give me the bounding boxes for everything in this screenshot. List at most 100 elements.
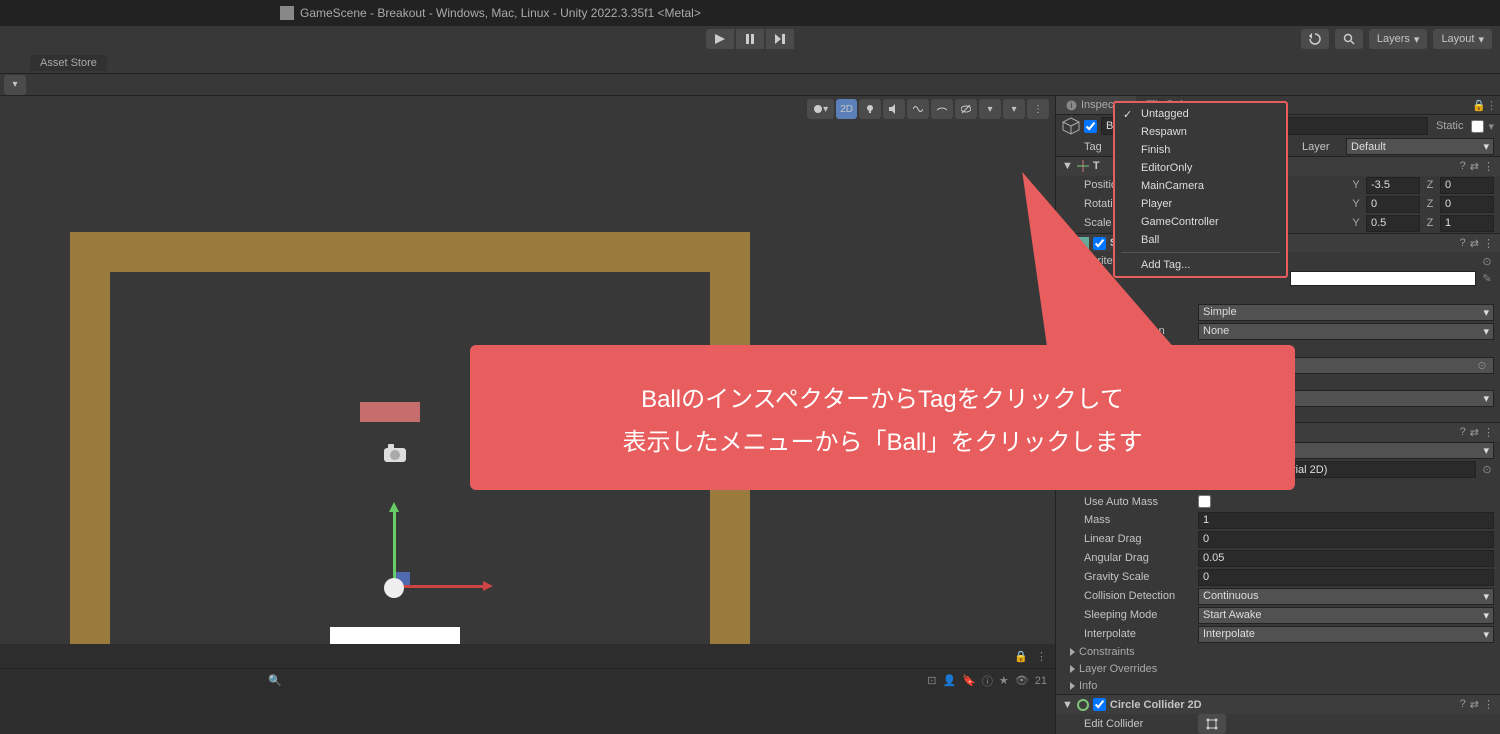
static-dropdown-icon[interactable]: ▾ [1488, 120, 1494, 133]
layer-overrides-foldout[interactable]: Layer Overrides [1056, 661, 1500, 678]
more-icon[interactable]: ⋮ [1483, 426, 1494, 439]
circle-collider-header[interactable]: ▼ Circle Collider 2D ?⇄⋮ [1056, 694, 1500, 714]
draw-mode-dropdown[interactable]: Simple▾ [1198, 304, 1494, 321]
info-icon[interactable]: ⓘ [982, 673, 993, 689]
more-icon[interactable]: ⋮ [1486, 99, 1500, 112]
object-active-checkbox[interactable] [1084, 120, 1097, 133]
audio-toggle[interactable] [883, 99, 905, 119]
eyedropper-icon[interactable]: ✎ [1480, 272, 1494, 285]
more-icon[interactable]: ⋮ [1036, 650, 1047, 663]
static-checkbox[interactable] [1471, 120, 1484, 133]
sleeping-mode-dropdown[interactable]: Start Awake▾ [1198, 607, 1494, 624]
2d-toggle[interactable]: 2D [836, 99, 857, 119]
lock-icon[interactable]: 🔒 [1014, 650, 1028, 663]
position-y-field[interactable] [1366, 177, 1420, 194]
tag-option-finish[interactable]: Finish [1115, 141, 1286, 159]
layers-dropdown[interactable]: Layers ▾ [1369, 29, 1428, 49]
gizmos-dropdown[interactable]: ▾ [1003, 99, 1025, 119]
rotation-z-field[interactable] [1440, 196, 1494, 213]
draw-mode-dropdown[interactable]: ▾ [807, 99, 834, 119]
use-auto-mass-label: Use Auto Mass [1084, 496, 1194, 508]
layer-label: Layer [1302, 141, 1342, 153]
preset-icon[interactable]: ⇄ [1470, 237, 1479, 250]
circle-collider-icon [1077, 699, 1089, 711]
ball-object[interactable] [384, 578, 404, 598]
info-icon: i [1066, 100, 1077, 111]
use-auto-mass-checkbox[interactable] [1198, 495, 1211, 508]
help-icon[interactable]: ? [1460, 698, 1466, 711]
tag-option-editoronly[interactable]: EditorOnly [1115, 159, 1286, 177]
gravity-scale-label: Gravity Scale [1084, 571, 1194, 583]
camera-dropdown[interactable]: ▾ [979, 99, 1001, 119]
tag-option-ball[interactable]: Ball [1115, 231, 1286, 249]
tag-option-respawn[interactable]: Respawn [1115, 123, 1286, 141]
scale-z-field[interactable] [1440, 215, 1494, 232]
collision-detection-dropdown[interactable]: Continuous▾ [1198, 588, 1494, 605]
fx-toggle[interactable] [907, 99, 929, 119]
more-icon[interactable]: ⋮ [1483, 237, 1494, 250]
preset-icon[interactable]: ⇄ [1470, 426, 1479, 439]
lighting-toggle[interactable] [859, 99, 881, 119]
tab-asset-store[interactable]: Asset Store [30, 55, 107, 71]
gizmo-x-axis[interactable] [393, 585, 483, 588]
info-foldout[interactable]: Info [1056, 677, 1500, 694]
picker-icon[interactable]: ⊡ [927, 674, 936, 687]
visibility-toggle[interactable] [955, 99, 977, 119]
preset-icon[interactable]: ⇄ [1470, 160, 1479, 173]
static-label: Static [1436, 120, 1464, 132]
layer-dropdown[interactable]: Default▾ [1346, 138, 1494, 155]
angular-drag-field[interactable] [1198, 550, 1494, 567]
position-z-field[interactable] [1440, 177, 1494, 194]
layout-dropdown[interactable]: Layout ▾ [1433, 29, 1492, 49]
panel-tabs: Asset Store [0, 52, 1500, 74]
svg-text:i: i [1071, 101, 1073, 110]
tag-option-gamecontroller[interactable]: GameController [1115, 213, 1286, 231]
step-button[interactable] [766, 29, 794, 49]
tag-dropdown-menu: Untagged Respawn Finish EditorOnly MainC… [1113, 101, 1288, 278]
object-picker-icon[interactable]: ⊙ [1480, 463, 1494, 476]
sleeping-mode-label: Sleeping Mode [1084, 609, 1194, 621]
eye-icon: 👁 [1015, 674, 1029, 687]
search-icon[interactable]: 🔍 [268, 674, 282, 687]
more-icon[interactable]: ⋮ [1483, 698, 1494, 711]
interpolate-dropdown[interactable]: Interpolate▾ [1198, 626, 1494, 643]
cube-icon [1062, 117, 1080, 135]
tag-option-untagged[interactable]: Untagged [1115, 105, 1286, 123]
preset-icon[interactable]: ⇄ [1470, 698, 1479, 711]
tag-option-add-tag[interactable]: Add Tag... [1115, 256, 1286, 274]
scene-more-icon[interactable]: ⋮ [1027, 99, 1049, 119]
help-icon[interactable]: ? [1460, 237, 1466, 250]
annotation-line2: 表示したメニューから「Ball」をクリックします [622, 422, 1142, 457]
help-icon[interactable]: ? [1460, 160, 1466, 173]
search-button[interactable] [1335, 29, 1363, 49]
constraints-foldout[interactable]: Constraints [1056, 644, 1500, 661]
pause-button[interactable] [736, 29, 764, 49]
tag-option-player[interactable]: Player [1115, 195, 1286, 213]
gizmo-y-axis[interactable] [393, 512, 396, 587]
lock-icon[interactable]: 🔒 [1472, 99, 1486, 112]
mass-field[interactable] [1198, 512, 1494, 529]
play-button[interactable] [706, 29, 734, 49]
skybox-toggle[interactable] [931, 99, 953, 119]
edit-collider-button[interactable] [1198, 714, 1226, 734]
gravity-scale-field[interactable] [1198, 569, 1494, 586]
tag-option-maincamera[interactable]: MainCamera [1115, 177, 1286, 195]
help-icon[interactable]: ? [1460, 426, 1466, 439]
object-picker-icon[interactable]: ⊙ [1480, 255, 1494, 268]
window-titlebar: GameScene - Breakout - Windows, Mac, Lin… [0, 0, 1500, 26]
mask-interaction-dropdown[interactable]: None▾ [1198, 323, 1494, 340]
interpolate-label: Interpolate [1084, 628, 1194, 640]
count-label: 21 [1035, 675, 1047, 687]
color-field[interactable] [1290, 271, 1476, 286]
scale-y-field[interactable] [1366, 215, 1420, 232]
console-area: 🔒 ⋮ 🔍 ⊡ 👤 🔖 ⓘ ★ 👁 21 [0, 644, 1055, 734]
rotation-y-field[interactable] [1366, 196, 1420, 213]
undo-history-button[interactable] [1301, 29, 1329, 49]
linear-drag-field[interactable] [1198, 531, 1494, 548]
tag-filter-icon[interactable]: 🔖 [962, 674, 976, 687]
star-icon[interactable]: ★ [999, 674, 1009, 687]
circle-collider-enable[interactable] [1093, 698, 1106, 711]
tool-dropdown[interactable]: ▾ [4, 75, 26, 95]
visibility-icon[interactable]: 👤 [943, 674, 957, 687]
more-icon[interactable]: ⋮ [1483, 160, 1494, 173]
